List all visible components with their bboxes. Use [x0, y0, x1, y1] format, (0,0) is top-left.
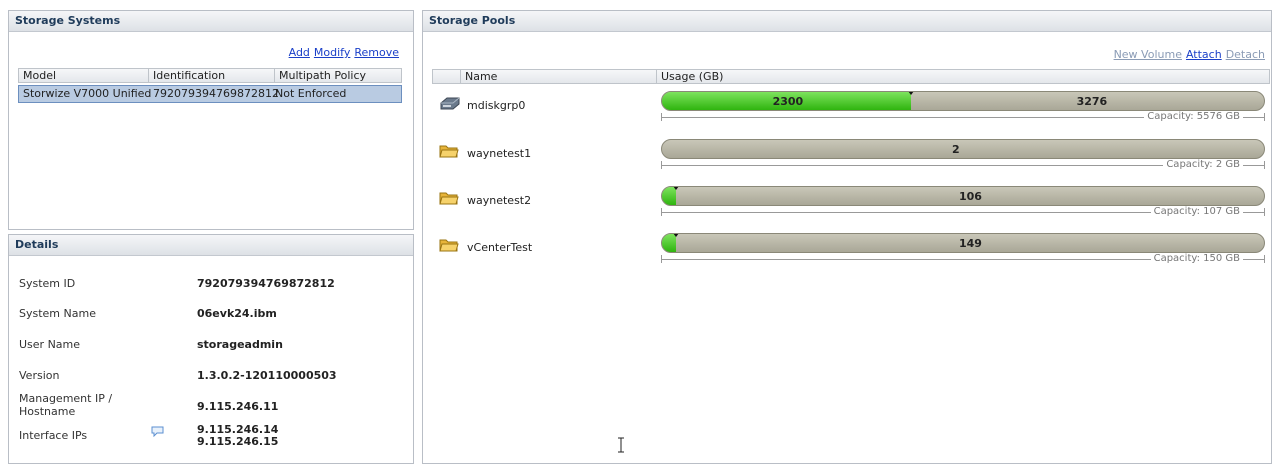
column-header-identification[interactable]: Identification: [149, 69, 275, 82]
detail-row-interface-ips: Interface IPs 9.115.246.14 9.115.246.15: [19, 423, 399, 449]
usage-marker-icon: [908, 92, 915, 95]
storage-systems-grid-header: Model Identification Multipath Policy: [18, 68, 402, 83]
folder-icon: [439, 143, 459, 159]
pool-row[interactable]: waynetest1 2 Capacity: 2 GB: [435, 139, 1265, 179]
usage-free-label: 2: [952, 143, 960, 156]
cell-multipath-policy: Not Enforced: [275, 87, 347, 100]
storage-systems-panel: Storage Systems Add Modify Remove Model Id…: [8, 10, 414, 230]
pool-row[interactable]: mdiskgrp0 2300 3276 Capacity: 5576 GB: [435, 91, 1265, 131]
detail-label: Management IP / Hostname: [19, 392, 113, 418]
column-header-usage[interactable]: Usage (GB): [657, 70, 1269, 83]
attach-link[interactable]: Attach: [1186, 48, 1222, 61]
usage-marker-icon: [673, 187, 679, 190]
table-row[interactable]: Storwize V7000 Unified 79207939476987281…: [18, 85, 402, 103]
pool-name: waynetest1: [467, 147, 532, 160]
storage-pools-title: Storage Pools: [423, 11, 1271, 32]
cell-model: Storwize V7000 Unified: [23, 87, 152, 100]
detail-row-user-name: User Name storageadmin: [19, 338, 399, 364]
remove-link[interactable]: Remove: [354, 46, 399, 59]
detail-value: 1.3.0.2-120110000503: [197, 369, 337, 382]
details-panel: Details System ID 792079394769872812 Sys…: [8, 234, 414, 464]
detail-value-2: 9.115.246.15: [197, 435, 279, 448]
pool-name: mdiskgrp0: [467, 99, 526, 112]
pool-name: waynetest2: [467, 194, 532, 207]
column-header-name[interactable]: Name: [461, 70, 657, 83]
details-title: Details: [9, 235, 413, 256]
pool-name: vCenterTest: [467, 241, 533, 254]
usage-bar: 106: [661, 186, 1265, 206]
capacity-line: Capacity: 2 GB: [661, 159, 1265, 170]
pool-row[interactable]: vCenterTest 149 Capacity: 150 GB: [435, 233, 1265, 273]
detail-value: 9.115.246.11: [197, 400, 279, 413]
capacity-line: Capacity: 150 GB: [661, 253, 1265, 264]
storage-pools-actions: New Volume Attach Detach: [1110, 48, 1265, 61]
new-volume-link[interactable]: New Volume: [1114, 48, 1182, 61]
usage-bar: 149: [661, 233, 1265, 253]
storage-pools-grid-header: Name Usage (GB): [432, 69, 1270, 84]
detail-label: System Name: [19, 307, 96, 320]
detail-value: 06evk24.ibm: [197, 307, 277, 320]
detail-label: Interface IPs: [19, 429, 88, 442]
capacity-label: Capacity: 5576 GB: [1144, 111, 1243, 122]
capacity-line: Capacity: 5576 GB: [661, 111, 1265, 122]
capacity-label: Capacity: 107 GB: [1150, 206, 1243, 217]
usage-free-label: 3276: [1076, 95, 1108, 108]
column-header-model[interactable]: Model: [19, 69, 149, 82]
usage-bar: 2: [661, 139, 1265, 159]
storage-systems-actions: Add Modify Remove: [285, 46, 399, 59]
folder-icon: [439, 237, 459, 253]
detach-link[interactable]: Detach: [1226, 48, 1265, 61]
detail-value: 792079394769872812: [197, 277, 335, 290]
storage-systems-title: Storage Systems: [9, 11, 413, 32]
usage-marker-icon: [673, 234, 679, 237]
detail-value: storageadmin: [197, 338, 283, 351]
storage-pools-panel: Storage Pools New Volume Attach Detach Nam…: [422, 10, 1272, 464]
folder-icon: [439, 190, 459, 206]
detail-row-system-id: System ID 792079394769872812: [19, 277, 399, 303]
detail-label: User Name: [19, 338, 81, 351]
column-header-icon: [433, 70, 461, 83]
capacity-label: Capacity: 2 GB: [1163, 159, 1243, 170]
pool-row[interactable]: waynetest2 106 Capacity: 107 GB: [435, 186, 1265, 226]
capacity-line: Capacity: 107 GB: [661, 206, 1265, 217]
cell-identification: 792079394769872812...: [153, 87, 279, 100]
usage-free-label: 106: [959, 190, 982, 203]
detail-label: Version: [19, 369, 60, 382]
modify-link[interactable]: Modify: [314, 46, 350, 59]
text-cursor-icon: [617, 437, 625, 456]
column-header-multipath-policy[interactable]: Multipath Policy: [275, 69, 401, 82]
detail-label: System ID: [19, 277, 76, 290]
add-link[interactable]: Add: [289, 46, 310, 59]
usage-used-label: 2300: [772, 95, 804, 108]
comment-icon[interactable]: [151, 426, 164, 440]
disk-icon: [439, 95, 460, 111]
detail-row-system-name: System Name 06evk24.ibm: [19, 307, 399, 333]
usage-bar: 2300 3276: [661, 91, 1265, 111]
detail-row-management-ip: Management IP / Hostname 9.115.246.11: [19, 392, 399, 418]
capacity-label: Capacity: 150 GB: [1150, 253, 1243, 264]
usage-free-label: 149: [959, 237, 982, 250]
